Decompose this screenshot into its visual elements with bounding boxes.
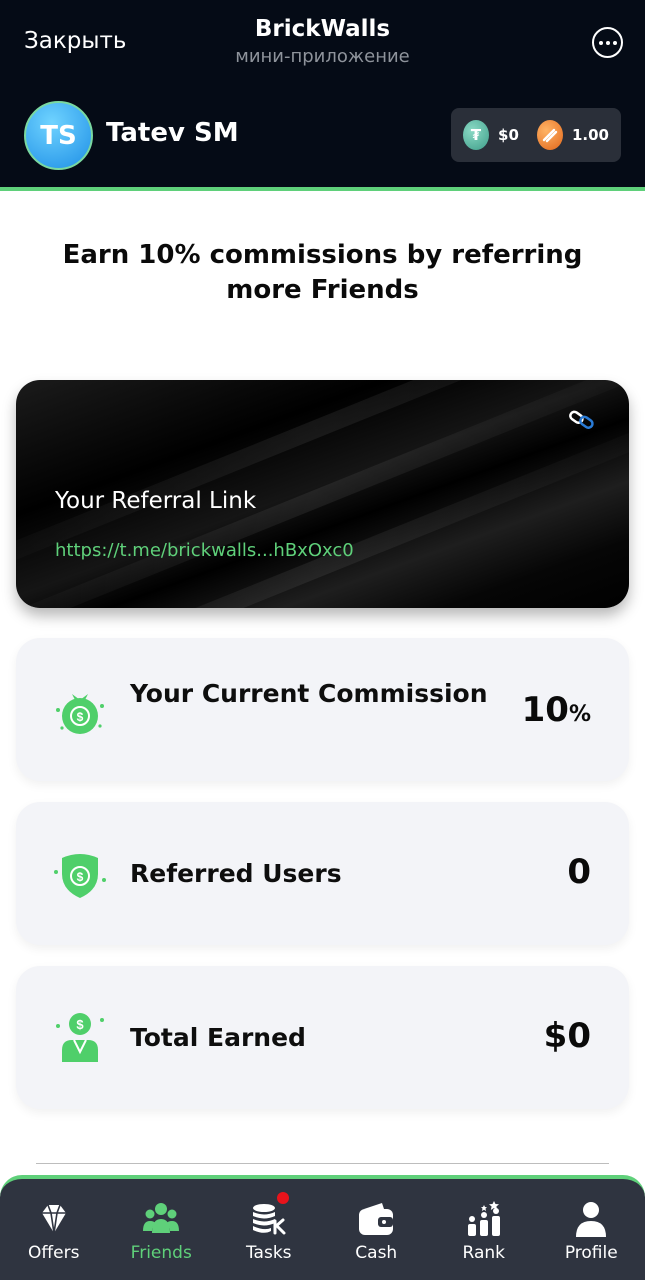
balance-widget[interactable]: ₮ $0 1.00 xyxy=(451,108,621,162)
wallet-icon xyxy=(359,1203,394,1235)
tasks-icon xyxy=(252,1204,286,1235)
commission-number: 10 xyxy=(521,690,569,730)
commission-unit: % xyxy=(568,702,591,727)
nav-profile[interactable]: Profile xyxy=(538,1179,645,1280)
avatar[interactable]: TS xyxy=(24,101,93,170)
app-title: BrickWalls xyxy=(254,16,391,42)
referred-users-value: 0 xyxy=(567,852,591,892)
copy-link-icon[interactable] xyxy=(569,410,595,430)
referral-link-card[interactable]: Your Referral Link https://t.me/brickwal… xyxy=(16,380,629,608)
brick-balance: 1.00 xyxy=(571,126,609,144)
nav-friends[interactable]: Friends xyxy=(108,1179,216,1280)
referral-link-url[interactable]: https://t.me/brickwalls...hBxOxc0 xyxy=(55,540,354,561)
referred-users-card: $ Referred Users 0 xyxy=(16,802,629,945)
nav-tasks[interactable]: Tasks xyxy=(215,1179,323,1280)
header-accent-line xyxy=(0,187,645,191)
earnings-person-icon: $ xyxy=(56,1013,104,1062)
notification-badge xyxy=(277,1192,289,1204)
total-earned-label: Total Earned xyxy=(130,1023,306,1052)
more-dot-icon xyxy=(612,40,617,45)
money-bag-icon: $ xyxy=(56,694,104,734)
rank-icon xyxy=(467,1201,500,1236)
nav-cash-label: Cash xyxy=(355,1243,398,1263)
svg-text:$: $ xyxy=(76,1017,84,1032)
shield-coin-icon: $ xyxy=(54,854,106,898)
svg-text:$: $ xyxy=(77,870,84,884)
divider xyxy=(36,1163,609,1164)
brick-coin-icon xyxy=(536,120,563,150)
app-subtitle: мини-приложение xyxy=(235,46,410,67)
user-name: Tatev SM xyxy=(106,118,239,148)
bottom-nav: Offers Friends Tasks Cash Rank Profile xyxy=(0,1175,645,1280)
profile-icon xyxy=(576,1202,607,1237)
total-earned-value: $0 xyxy=(543,1016,591,1056)
nav-cash[interactable]: Cash xyxy=(323,1179,431,1280)
usdt-balance: $0 xyxy=(498,126,519,144)
more-dot-icon xyxy=(598,40,603,45)
nav-offers-label: Offers xyxy=(28,1243,80,1263)
friends-icon xyxy=(143,1203,180,1233)
referred-users-label: Referred Users xyxy=(130,859,342,888)
commission-card: $ Your Current Commission 10% xyxy=(16,638,629,781)
nav-rank-label: Rank xyxy=(462,1243,505,1263)
total-earned-card: $ Total Earned $0 xyxy=(16,966,629,1109)
nav-friends-label: Friends xyxy=(130,1243,192,1263)
nav-profile-label: Profile xyxy=(564,1243,618,1263)
commission-label: Your Current Commission xyxy=(130,679,488,708)
more-options-button[interactable] xyxy=(592,27,623,58)
referral-link-title: Your Referral Link xyxy=(55,488,257,514)
more-dot-icon xyxy=(605,40,610,45)
nav-offers[interactable]: Offers xyxy=(0,1179,108,1280)
tether-coin-icon: ₮ xyxy=(463,120,490,150)
top-bar: Закрыть BrickWalls мини-приложение TS Ta… xyxy=(0,0,645,190)
svg-text:$: $ xyxy=(77,710,84,724)
diamond-icon xyxy=(41,1204,66,1234)
nav-rank[interactable]: Rank xyxy=(430,1179,538,1280)
commission-value: 10% xyxy=(522,690,591,730)
page-headline: Earn 10% commissions by referring more F… xyxy=(62,240,583,305)
nav-tasks-label: Tasks xyxy=(245,1243,292,1263)
